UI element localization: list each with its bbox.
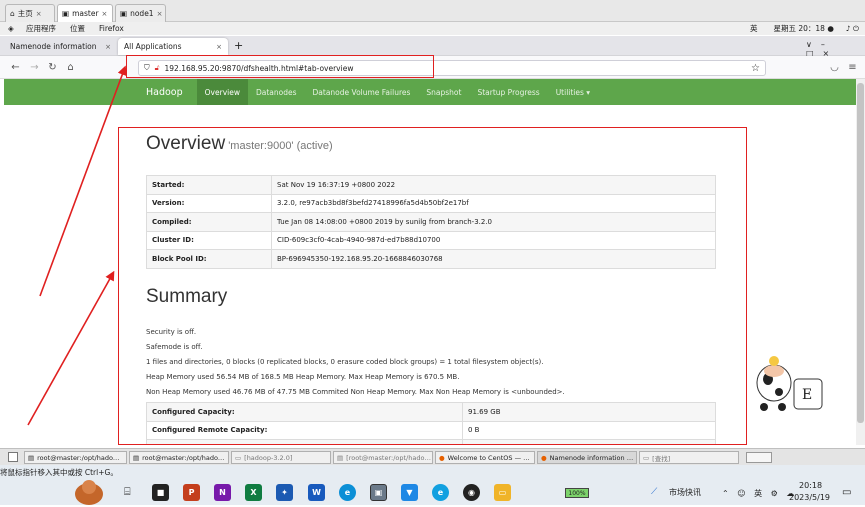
- onenote-icon[interactable]: N: [214, 484, 231, 501]
- battery-indicator[interactable]: 100%: [565, 488, 589, 498]
- red-arrows: [27, 65, 127, 426]
- taskbar-item-folder[interactable]: ▭ [hadoop-3.2.0]: [231, 451, 331, 464]
- vmware-icon[interactable]: ▣: [370, 484, 387, 501]
- app-icon[interactable]: ✦: [276, 484, 293, 501]
- ie-icon[interactable]: e: [432, 484, 449, 501]
- taskbar-item-firefox-active[interactable]: ● Namenode information …: [537, 451, 637, 464]
- powerpoint-icon[interactable]: P: [183, 484, 200, 501]
- notification-icon[interactable]: ▭: [842, 487, 851, 498]
- task-view-icon[interactable]: ⌸: [124, 485, 131, 499]
- taskbar-item-terminal[interactable]: ▤ root@master:/opt/hado…: [24, 451, 127, 464]
- app-icon[interactable]: ■: [152, 484, 169, 501]
- file-explorer-icon[interactable]: ▭: [494, 484, 511, 501]
- app-icon[interactable]: ◉: [463, 484, 480, 501]
- folder-icon: ▭: [235, 453, 242, 462]
- taskbar-item-label: Namenode information …: [549, 453, 634, 462]
- excel-icon[interactable]: X: [245, 484, 262, 501]
- orangutan-image: [72, 478, 106, 505]
- taskbar-time[interactable]: 20:18: [799, 481, 822, 490]
- stock-chart-icon: ⟋: [651, 487, 658, 497]
- vm-taskbar: ▤ root@master:/opt/hado… ▤ root@master:/op…: [0, 448, 865, 465]
- show-desktop-icon[interactable]: [8, 452, 18, 462]
- edge-icon[interactable]: e: [339, 484, 356, 501]
- taskbar-item-label: [root@master:/opt/hado…: [346, 453, 431, 462]
- arrow-to-content: [27, 270, 115, 426]
- taskbar-item-label: root@master:/opt/hado…: [37, 453, 120, 462]
- taskbar-date[interactable]: 2023/5/19: [789, 493, 830, 502]
- search-window-icon: ▭: [643, 453, 650, 462]
- app-icon[interactable]: ▼: [401, 484, 418, 501]
- word-icon[interactable]: W: [308, 484, 325, 501]
- taskbar-item-terminal[interactable]: ▤ [root@master:/opt/hado…: [333, 451, 433, 464]
- terminal-icon: ▤: [133, 453, 140, 462]
- news-widget[interactable]: 市场快讯: [669, 487, 701, 498]
- taskbar-item-label: [hadoop-3.2.0]: [244, 453, 293, 462]
- terminal-icon: ▤: [337, 453, 344, 462]
- taskbar-item-terminal[interactable]: ▤ root@master:/opt/hado…: [129, 451, 229, 464]
- firefox-icon: ●: [439, 453, 445, 462]
- taskbar-item-label: [查找]: [652, 454, 671, 463]
- taskbar-item-label: root@master:/opt/hado…: [142, 453, 225, 462]
- terminal-icon: ▤: [28, 453, 35, 462]
- firefox-icon: ●: [541, 453, 547, 462]
- tray-icons[interactable]: ⌃ ☺ 英 ⚙ ☁: [722, 488, 797, 499]
- vmware-hint-text: 将鼠标指针移入其中或按 Ctrl+G。: [0, 468, 118, 477]
- arrow-to-url: [39, 65, 127, 297]
- workspace-switcher[interactable]: [746, 452, 772, 463]
- taskbar-item-label: Welcome to CentOS — …: [447, 453, 530, 462]
- taskbar-item-search[interactable]: ▭ [查找]: [639, 451, 739, 464]
- taskbar-item-firefox[interactable]: ● Welcome to CentOS — …: [435, 451, 535, 464]
